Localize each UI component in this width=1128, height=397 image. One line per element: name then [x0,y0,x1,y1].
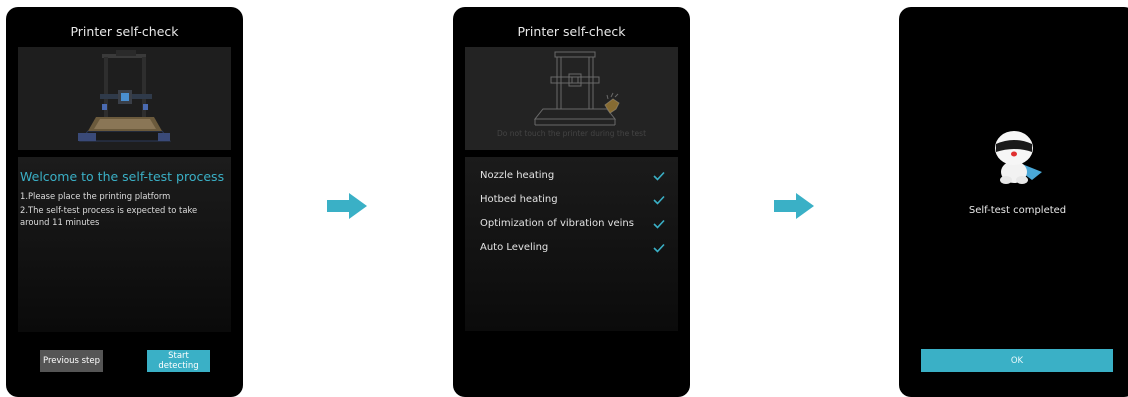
instruction-line-1: 1.Please place the printing platform [20,191,171,201]
check-icon [653,195,665,205]
mascot-illustration [995,131,1042,184]
welcome-heading: Welcome to the self-test process [20,169,225,184]
arrow-right-icon [327,193,367,219]
check-item-label: Hotbed heating [480,194,558,205]
arrow-right-icon [774,193,814,219]
printer-illustration [78,50,172,142]
screen-title: Printer self-check [517,24,626,39]
printer-image-panel [18,47,231,150]
check-icon [653,171,665,181]
check-item: Hotbed heating [480,194,665,210]
completion-message: Self-test completed [968,205,1067,216]
check-icon [653,243,665,253]
do-not-touch-notice: Do not touch the printer during the test [496,129,647,138]
screen-title: Printer self-check [70,24,179,39]
self-check-welcome-screen: Printer self-check Welcome to the self-t… [6,7,243,397]
check-item-label: Auto Leveling [480,242,549,253]
instructions: 1.Please place the printing platform 2.T… [20,190,225,228]
ok-button[interactable]: OK [921,349,1113,372]
start-detecting-button[interactable]: Start detecting [147,350,210,372]
check-item: Auto Leveling [480,242,665,258]
check-item: Nozzle heating [480,170,665,186]
check-icon [653,219,665,229]
check-item-label: Optimization of vibration veins [480,218,634,229]
self-check-progress-screen: Printer self-check Do not touch the prin… [453,7,690,397]
check-item: Optimization of vibration veins [480,218,665,234]
self-check-complete-screen: Self-test completed OK [899,7,1128,397]
check-item-label: Nozzle heating [480,170,555,181]
previous-step-button[interactable]: Previous step [40,350,103,372]
instruction-line-2: 2.The self-test process is expected to t… [20,205,198,227]
